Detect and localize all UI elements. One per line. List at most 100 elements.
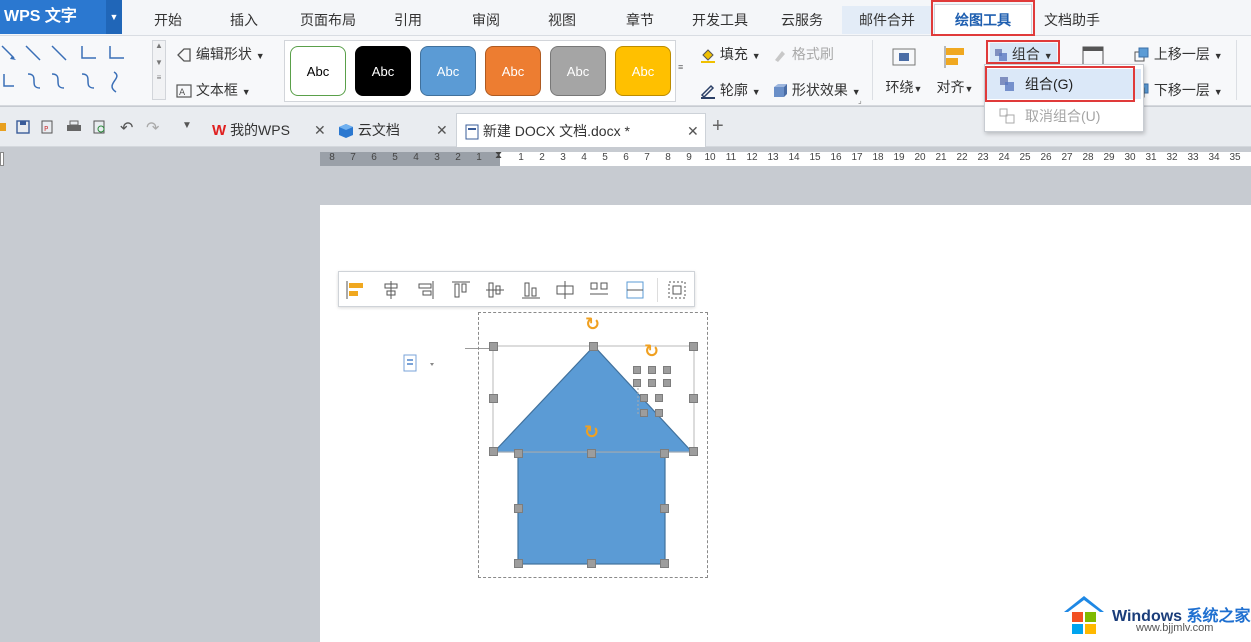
group-button[interactable]: 组合 ▼ — [990, 43, 1057, 65]
menu-item-group[interactable]: 组合(G) — [987, 69, 1141, 99]
connector-gallery[interactable] — [0, 42, 150, 100]
print-preview-icon[interactable] — [92, 120, 108, 134]
save-icon[interactable] — [16, 120, 30, 134]
svg-text:A: A — [179, 88, 186, 98]
doc-tab-my-wps[interactable]: W 我的WPS ✕ — [204, 113, 328, 147]
tab-home[interactable]: 开始 — [138, 6, 198, 34]
resize-handle[interactable] — [514, 449, 523, 458]
app-menu-button[interactable]: WPS 文字 ▼ — [0, 0, 122, 34]
resize-handle[interactable] — [689, 447, 698, 456]
align-center-icon[interactable] — [381, 280, 401, 300]
tab-page-layout[interactable]: 页面布局 — [290, 6, 366, 34]
ruler-tick-label: 14 — [788, 152, 800, 163]
group-selection-box[interactable] — [478, 312, 708, 578]
tab-cloud-service[interactable]: 云服务 — [770, 6, 834, 34]
style-white[interactable]: Abc — [290, 46, 346, 96]
resize-handle[interactable] — [689, 394, 698, 403]
close-icon[interactable]: ✕ — [436, 113, 448, 147]
tab-references[interactable]: 引用 — [380, 6, 436, 34]
resize-handle[interactable] — [689, 342, 698, 351]
resize-handle[interactable] — [640, 394, 648, 402]
align-left-icon[interactable] — [345, 280, 365, 300]
outline-button[interactable]: 轮廓 ▼ — [700, 80, 761, 100]
style-blue[interactable]: Abc — [420, 46, 476, 96]
shape-effect-button[interactable]: 形状效果 ▼ — [772, 80, 861, 100]
resize-handle[interactable] — [587, 449, 596, 458]
text-box-button[interactable]: A 文本框 ▼ — [176, 80, 251, 100]
tab-developer[interactable]: 开发工具 — [684, 6, 756, 34]
resize-handle[interactable] — [660, 504, 669, 513]
resize-handle[interactable] — [663, 379, 671, 387]
group-select-icon[interactable] — [667, 280, 687, 300]
doc-tab-new-docx[interactable]: 新建 DOCX 文档.docx * ✕ — [456, 113, 706, 147]
style-yellow[interactable]: Abc — [615, 46, 671, 96]
edit-shape-button[interactable]: 编辑形状 ▼ — [176, 44, 265, 64]
tab-doc-assistant[interactable]: 文档助手 — [1034, 6, 1110, 34]
resize-handle[interactable] — [648, 366, 656, 374]
resize-handle[interactable] — [633, 379, 641, 387]
resize-handle[interactable] — [648, 379, 656, 387]
align-top-icon[interactable] — [451, 280, 471, 300]
chevron-down-icon[interactable]: ▼ — [106, 0, 122, 34]
align-button[interactable]: 对齐▼ — [935, 46, 975, 97]
resize-handle[interactable] — [489, 342, 498, 351]
distribute-vertical-icon[interactable] — [589, 280, 609, 300]
resize-handle[interactable] — [660, 449, 669, 458]
tab-insert[interactable]: 插入 — [214, 6, 274, 34]
move-down-button[interactable]: 下移一层 ▼ — [1134, 80, 1223, 100]
resize-handle[interactable] — [589, 342, 598, 351]
customize-chevron-down-icon[interactable]: ▼ — [182, 120, 192, 131]
redo-icon[interactable]: ↷ — [146, 118, 159, 138]
ruler-corner[interactable] — [0, 152, 4, 166]
new-tab-plus-icon[interactable]: + — [712, 115, 724, 138]
indent-marker-icon[interactable]: ⧗ — [495, 150, 502, 161]
style-gray[interactable]: Abc — [550, 46, 606, 96]
doc-tab-cloud-docs[interactable]: 云文档 ✕ — [330, 113, 452, 147]
resize-handle[interactable] — [633, 366, 641, 374]
resize-handle[interactable] — [514, 504, 523, 513]
ruler-tick-label: 27 — [1061, 152, 1073, 163]
gallery-expand-icon[interactable]: ≡ — [678, 62, 683, 72]
menu-item-ungroup[interactable]: 取消组合(U) — [987, 101, 1141, 131]
distribute-horizontal-icon[interactable] — [555, 280, 575, 300]
tab-drawing-tools[interactable]: 绘图工具 — [934, 4, 1032, 36]
paragraph-layout-icon[interactable] — [400, 353, 440, 377]
tab-view[interactable]: 视图 — [534, 6, 590, 34]
ruler-tick-label: 11 — [725, 152, 737, 163]
close-icon[interactable]: ✕ — [314, 113, 326, 147]
resize-handle[interactable] — [514, 559, 523, 568]
undo-icon[interactable]: ↶ — [120, 118, 133, 138]
rotate-handle-icon[interactable]: ↻ — [584, 422, 599, 443]
rotate-handle-icon[interactable]: ↻ — [585, 314, 600, 335]
selection-pane-icon[interactable] — [1082, 46, 1104, 66]
align-right-icon[interactable] — [415, 280, 435, 300]
resize-handle[interactable] — [663, 366, 671, 374]
rotate-handle-icon[interactable]: ↻ — [644, 341, 659, 362]
format-painter-label: 格式刷 — [791, 46, 834, 62]
tab-review[interactable]: 审阅 — [458, 6, 514, 34]
equal-spacing-icon[interactable] — [625, 280, 645, 300]
resize-handle[interactable] — [655, 394, 663, 402]
export-pdf-icon[interactable]: P — [40, 120, 56, 134]
resize-handle[interactable] — [660, 559, 669, 568]
format-painter-button[interactable]: 格式刷 — [772, 44, 834, 64]
tab-section[interactable]: 章节 — [612, 6, 668, 34]
style-orange[interactable]: Abc — [485, 46, 541, 96]
resize-handle[interactable] — [587, 559, 596, 568]
align-bottom-icon[interactable] — [521, 280, 541, 300]
move-up-button[interactable]: 上移一层 ▼ — [1134, 44, 1223, 64]
style-black[interactable]: Abc — [355, 46, 411, 96]
resize-handle[interactable] — [489, 447, 498, 456]
dialog-launcher-icon[interactable]: ⌟ — [858, 96, 862, 105]
print-icon[interactable] — [66, 120, 82, 134]
resize-handle[interactable] — [655, 409, 663, 417]
resize-handle[interactable] — [640, 409, 648, 417]
close-icon[interactable]: ✕ — [687, 114, 699, 148]
align-middle-icon[interactable] — [485, 280, 505, 300]
resize-handle[interactable] — [489, 394, 498, 403]
folder-icon[interactable] — [0, 121, 6, 131]
wrap-button[interactable]: 环绕▼ — [884, 46, 924, 97]
gallery-scroll[interactable]: ▲ ▼ ≡ — [152, 40, 166, 100]
tab-mail-merge[interactable]: 邮件合并 — [842, 6, 932, 34]
fill-button[interactable]: 填充 ▼ — [700, 44, 761, 64]
